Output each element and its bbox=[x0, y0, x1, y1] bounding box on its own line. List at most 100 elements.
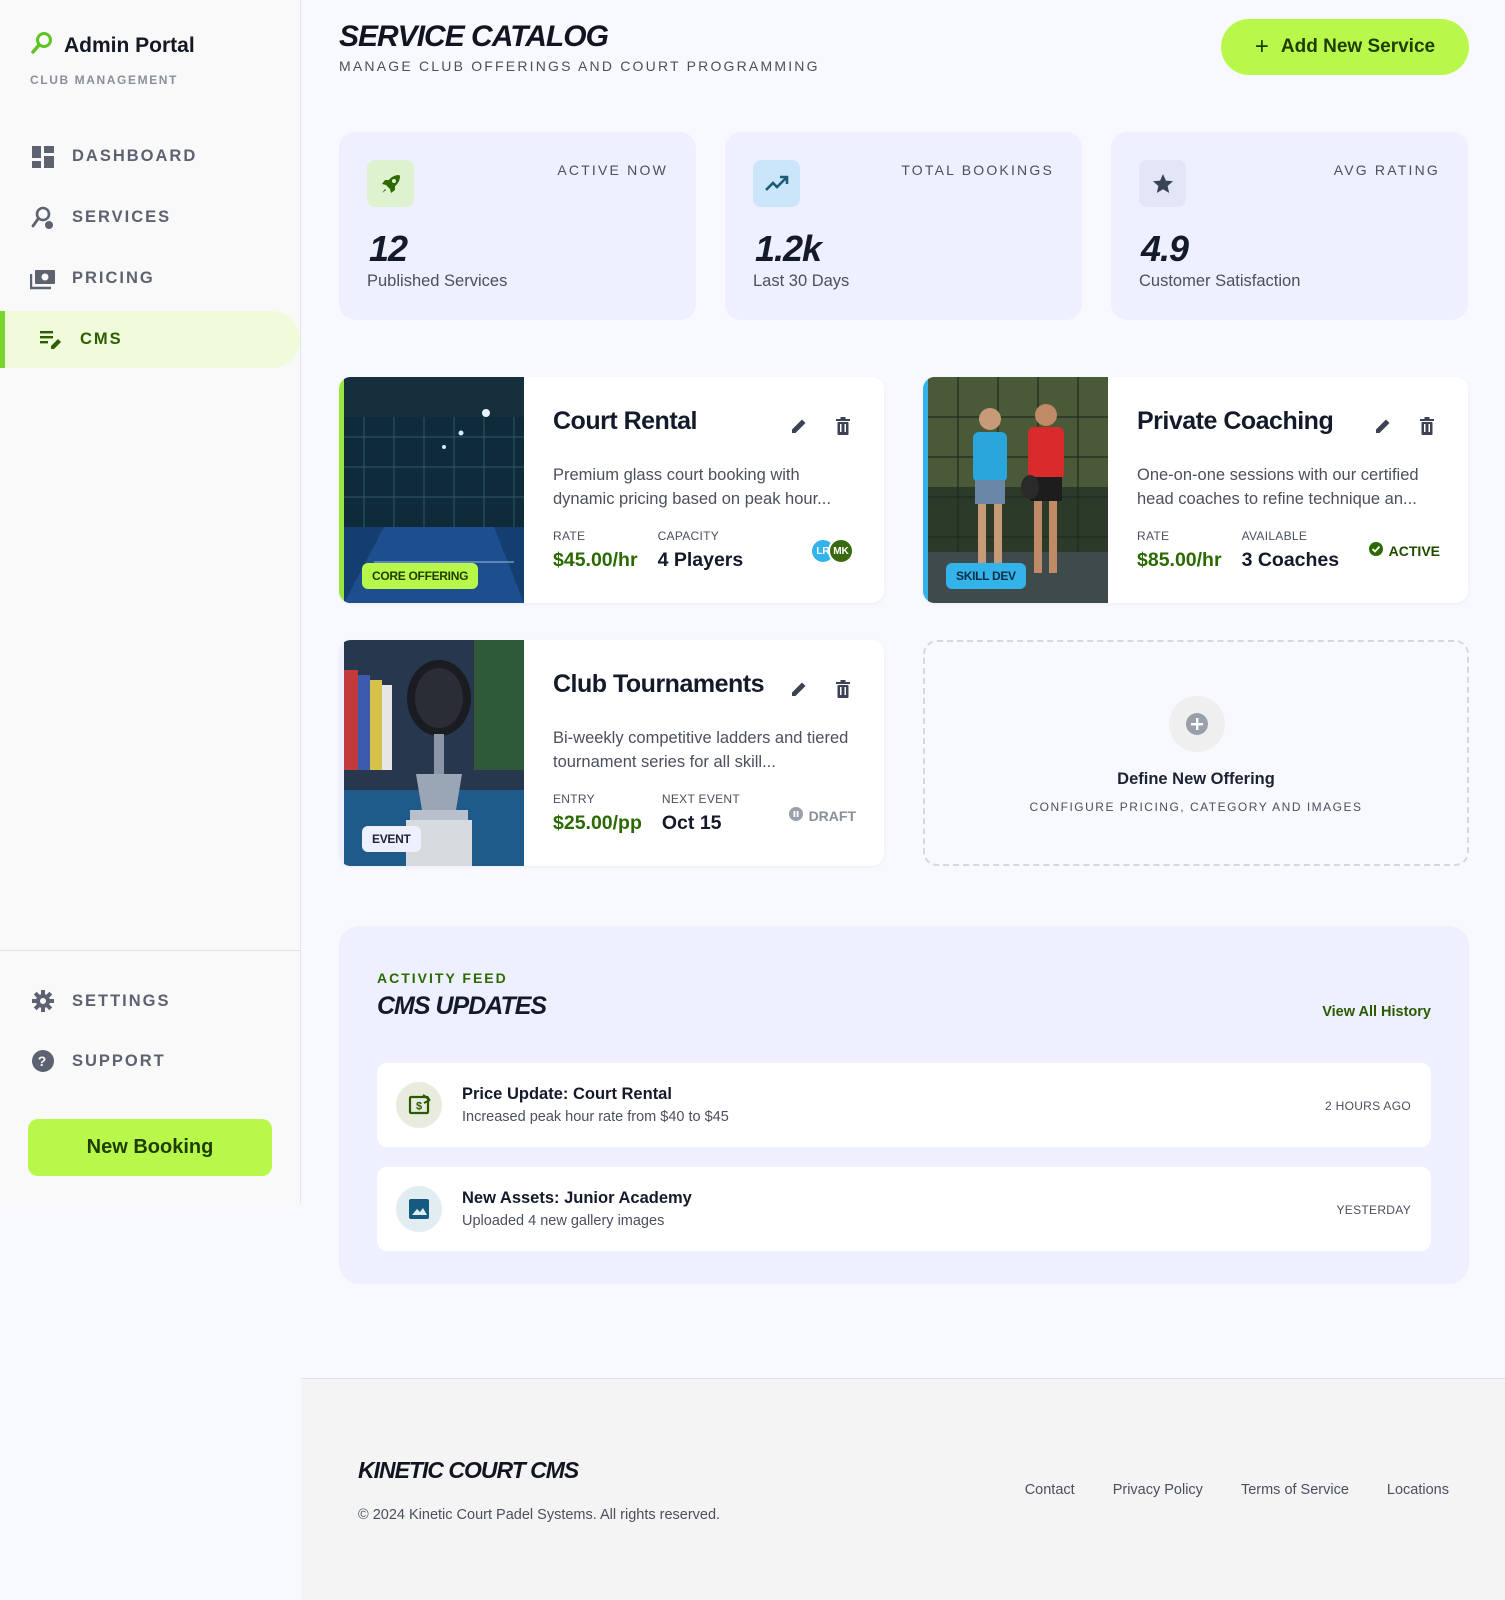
new-booking-button[interactable]: New Booking bbox=[28, 1119, 272, 1176]
nav-item-cms[interactable]: CMS bbox=[0, 311, 300, 368]
nav-label: SERVICES bbox=[72, 208, 172, 226]
meta-label: NEXT EVENT bbox=[661, 792, 741, 806]
status-text: ACTIVE bbox=[1388, 542, 1440, 559]
stat-card-bookings: TOTAL BOOKINGS 1.2k Last 30 Days bbox=[725, 132, 1082, 320]
footer-link-terms[interactable]: Terms of Service bbox=[1241, 1482, 1349, 1498]
activity-item-subtitle: Uploaded 4 new gallery images bbox=[462, 1213, 665, 1229]
search-person-icon bbox=[30, 30, 56, 61]
brand-title: Admin Portal bbox=[64, 33, 195, 57]
service-card-court-rental[interactable]: CORE OFFERING Court Rental Premium glass… bbox=[339, 377, 884, 603]
card-body: Private Coaching One-on-one sessions wit… bbox=[1137, 377, 1468, 603]
service-title: Club Tournaments bbox=[553, 670, 764, 698]
meta-value: $25.00/pp bbox=[553, 812, 642, 834]
meta-value: Oct 15 bbox=[661, 812, 722, 834]
footer: KINETIC COURT CMS © 2024 Kinetic Court P… bbox=[301, 1378, 1505, 1600]
card-actions bbox=[788, 415, 854, 437]
edit-icon[interactable] bbox=[788, 678, 810, 700]
activity-kicker: ACTIVITY FEED bbox=[377, 970, 508, 986]
nav-item-support[interactable]: ? SUPPORT bbox=[0, 1033, 300, 1089]
footer-link-contact[interactable]: Contact bbox=[1025, 1482, 1075, 1498]
activity-item-subtitle: Increased peak hour rate from $40 to $45 bbox=[462, 1109, 729, 1125]
service-title: Private Coaching bbox=[1137, 407, 1334, 435]
nav-label: DASHBOARD bbox=[72, 147, 198, 165]
meta-label: RATE bbox=[553, 529, 586, 543]
meta-label: CAPACITY bbox=[657, 529, 720, 543]
trash-icon[interactable] bbox=[832, 415, 854, 437]
svg-text:?: ? bbox=[38, 1053, 49, 1069]
trash-icon[interactable] bbox=[1416, 415, 1438, 437]
meta-value: 4 Players bbox=[657, 549, 744, 571]
rocket-icon bbox=[367, 160, 414, 207]
plus-icon: + bbox=[1254, 33, 1269, 60]
activity-item-title: Price Update: Court Rental bbox=[462, 1085, 672, 1103]
define-new-offering[interactable]: Define New Offering CONFIGURE PRICING, C… bbox=[923, 640, 1469, 866]
sidebar: Admin Portal CLUB MANAGEMENT DASHBOARD S… bbox=[0, 0, 301, 1204]
card-body: Club Tournaments Bi-weekly competitive l… bbox=[553, 640, 884, 866]
service-title: Court Rental bbox=[553, 407, 698, 435]
stat-caption: Last 30 Days bbox=[753, 272, 850, 290]
card-actions bbox=[788, 678, 854, 700]
nav-item-dashboard[interactable]: DASHBOARD bbox=[0, 128, 300, 185]
activity-item-time: 2 HOURS AGO bbox=[1325, 1099, 1411, 1113]
stat-value: 12 bbox=[369, 228, 408, 269]
activity-item-time: YESTERDAY bbox=[1336, 1203, 1411, 1217]
main-nav: DASHBOARD SERVICES PRICING CMS bbox=[0, 128, 300, 372]
nav-item-settings[interactable]: SETTINGS bbox=[0, 973, 300, 1029]
nav-label: SUPPORT bbox=[72, 1051, 166, 1070]
trash-icon[interactable] bbox=[832, 678, 854, 700]
category-tag: EVENT bbox=[362, 826, 421, 852]
footer-brand: KINETIC COURT CMS bbox=[358, 1457, 579, 1483]
stat-caption: Published Services bbox=[367, 272, 508, 290]
nav-label: SETTINGS bbox=[72, 991, 171, 1010]
price-change-icon: $ bbox=[396, 1082, 442, 1128]
nav-item-pricing[interactable]: PRICING bbox=[0, 250, 300, 307]
person-search-icon bbox=[30, 205, 56, 231]
meta-value: $85.00/hr bbox=[1137, 549, 1222, 571]
activity-item[interactable]: $ Price Update: Court Rental Increased p… bbox=[377, 1063, 1431, 1147]
dashboard-icon bbox=[30, 144, 56, 170]
service-card-club-tournaments[interactable]: EVENT Club Tournaments Bi-weekly competi… bbox=[339, 640, 884, 866]
nav-item-services[interactable]: SERVICES bbox=[0, 189, 300, 246]
stat-value: 1.2k bbox=[755, 228, 822, 269]
footer-link-locations[interactable]: Locations bbox=[1387, 1482, 1449, 1498]
trophy-image: EVENT bbox=[344, 640, 524, 866]
card-body: Court Rental Premium glass court booking… bbox=[553, 377, 884, 603]
meta-value: 3 Coaches bbox=[1241, 549, 1340, 571]
add-circle-icon bbox=[1169, 696, 1225, 752]
pause-circle-icon bbox=[788, 807, 803, 824]
activity-item-title: New Assets: Junior Academy bbox=[462, 1189, 692, 1207]
add-new-service-button[interactable]: + Add New Service bbox=[1221, 19, 1469, 75]
view-all-history-link[interactable]: View All History bbox=[1322, 1004, 1431, 1020]
stats-row: ACTIVE NOW 12 Published Services TOTAL B… bbox=[339, 132, 1468, 320]
page-title: SERVICE CATALOG bbox=[339, 20, 609, 53]
svg-text:$: $ bbox=[416, 1101, 422, 1113]
footer-link-privacy[interactable]: Privacy Policy bbox=[1113, 1482, 1203, 1498]
activity-item[interactable]: New Assets: Junior Academy Uploaded 4 ne… bbox=[377, 1167, 1431, 1251]
trending-up-icon bbox=[753, 160, 800, 207]
define-title: Define New Offering bbox=[1117, 770, 1275, 788]
footer-links: Contact Privacy Policy Terms of Service … bbox=[1025, 1482, 1449, 1498]
brand: Admin Portal CLUB MANAGEMENT bbox=[30, 30, 195, 87]
page-subtitle: MANAGE CLUB OFFERINGS AND COURT PROGRAMM… bbox=[339, 58, 820, 74]
service-meta: RATE $45.00/hr CAPACITY 4 Players bbox=[553, 529, 743, 572]
service-description: Premium glass court booking with dynamic… bbox=[553, 466, 831, 508]
edit-note-icon bbox=[38, 327, 64, 353]
meta-label: RATE bbox=[1137, 529, 1170, 543]
avatar-group: LR MK bbox=[810, 538, 854, 564]
service-description: One-on-one sessions with our certified h… bbox=[1137, 466, 1419, 508]
edit-icon[interactable] bbox=[788, 415, 810, 437]
gear-icon bbox=[30, 988, 56, 1014]
nav-label: CMS bbox=[80, 330, 123, 348]
service-meta: ENTRY $25.00/pp NEXT EVENT Oct 15 bbox=[553, 792, 740, 835]
sidebar-footer-nav: SETTINGS ? SUPPORT bbox=[0, 950, 300, 1093]
coaching-image: SKILL DEV bbox=[928, 377, 1108, 603]
stat-label: TOTAL BOOKINGS bbox=[901, 162, 1054, 178]
edit-icon[interactable] bbox=[1372, 415, 1394, 437]
court-image: CORE OFFERING bbox=[344, 377, 524, 603]
meta-label: ENTRY bbox=[553, 792, 595, 806]
image-icon bbox=[396, 1186, 442, 1232]
service-card-private-coaching[interactable]: SKILL DEV Private Coaching One-on-one se… bbox=[923, 377, 1468, 603]
stat-label: AVG RATING bbox=[1333, 162, 1440, 178]
define-subtitle: CONFIGURE PRICING, CATEGORY AND IMAGES bbox=[1029, 800, 1363, 814]
status-badge: ACTIVE bbox=[1368, 542, 1440, 559]
